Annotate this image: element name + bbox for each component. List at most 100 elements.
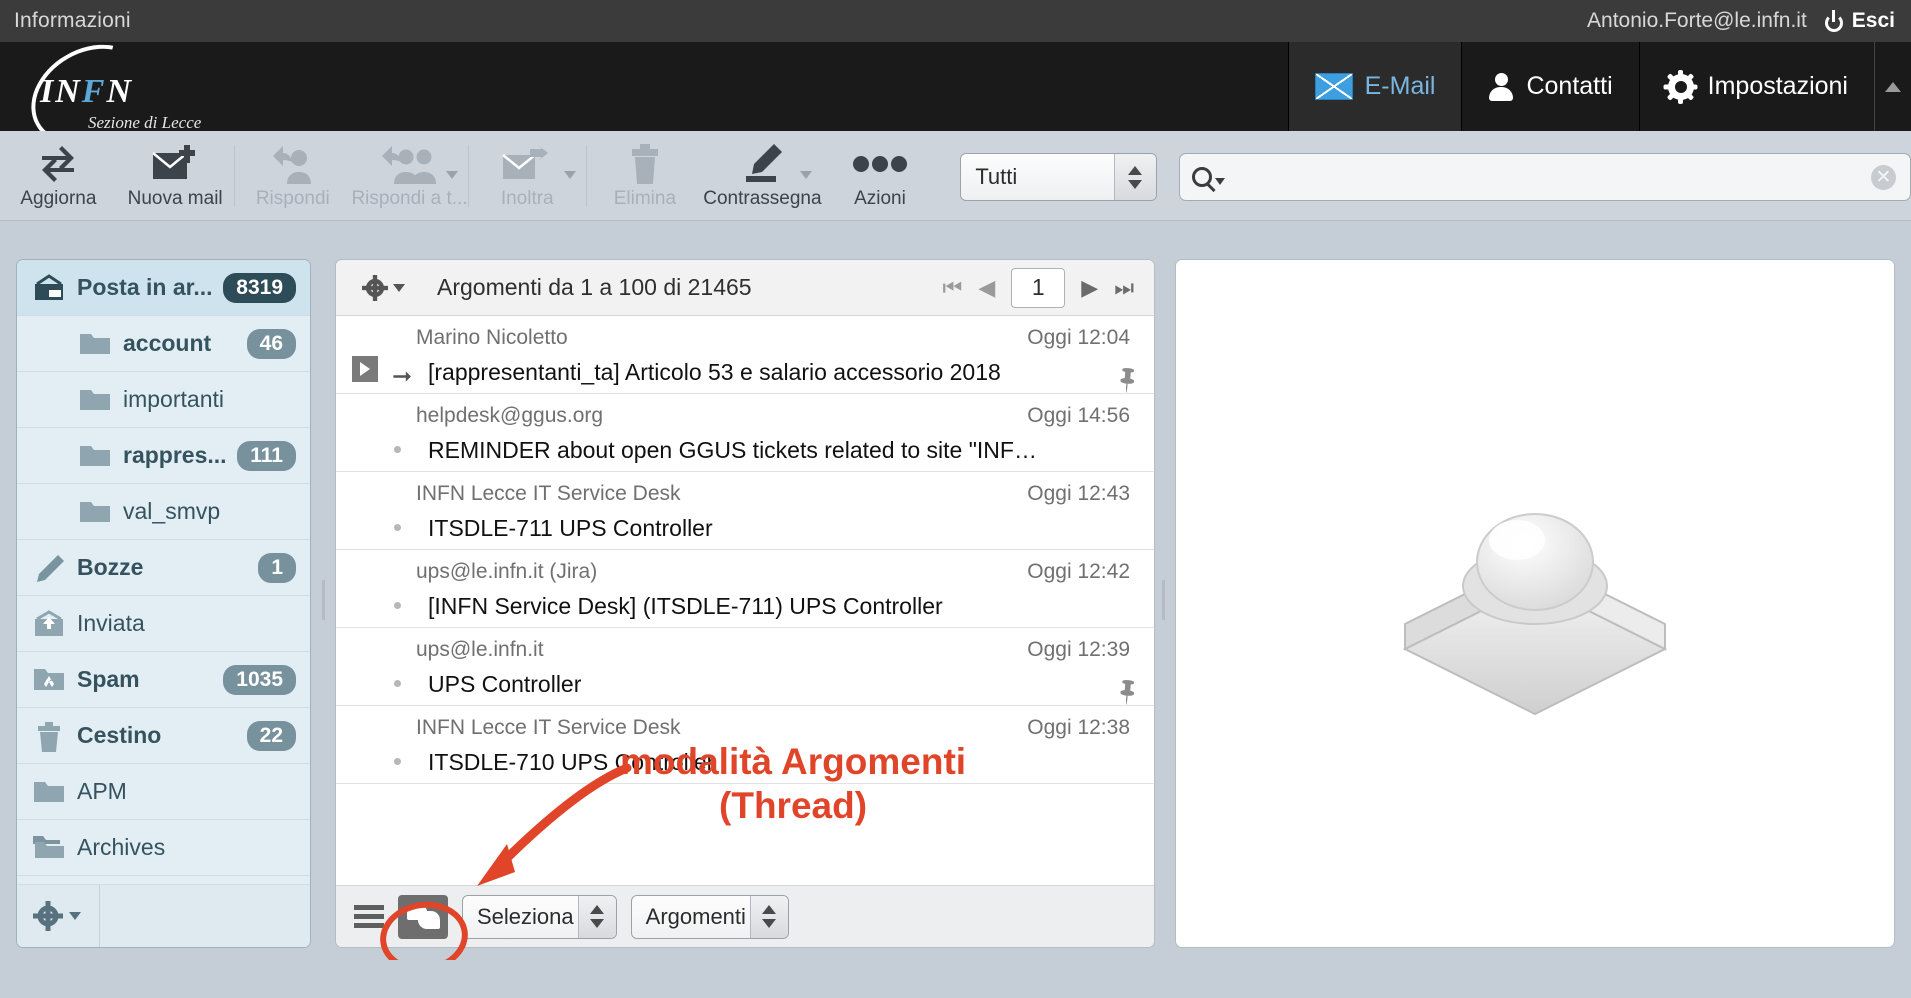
sidebar-item-cestino[interactable]: Cestino 22 (17, 708, 310, 764)
sidebar-badge-cestino: 22 (246, 720, 296, 751)
nav-item-contatti-label: Contatti (1526, 72, 1613, 100)
folder-sidebar: Posta in ar... 8319 account 46 important… (16, 259, 311, 948)
table-row[interactable]: INFN Lecce IT Service Desk Oggi 12:43 IT… (336, 472, 1154, 550)
sidebar-label-inviata: Inviata (77, 610, 145, 636)
page-number-input[interactable]: 1 (1011, 267, 1066, 308)
sort-dropdown-stepper[interactable] (749, 895, 788, 938)
replied-arrow-icon: ➞ (392, 363, 413, 390)
folder-options-button[interactable] (33, 901, 81, 931)
sidebar-item-rappresentanti[interactable]: rappres... 111 (17, 428, 310, 484)
scope-filter-stepper[interactable] (1113, 154, 1156, 200)
sidebar-item-val-smvp[interactable]: val_smvp (17, 484, 310, 540)
preview-splitter[interactable] (1156, 580, 1170, 620)
sidebar-badge-spam: 1035 (223, 664, 296, 695)
informazioni-link[interactable]: Informazioni (14, 9, 131, 33)
sidebar-label-account: account (123, 330, 212, 356)
chevron-down-icon[interactable] (799, 171, 812, 179)
toolbar-button-contrassegna[interactable]: Contrassegna (703, 137, 822, 215)
sidebar-label-posta-in-arrivo: Posta in ar... (77, 274, 212, 300)
toolbar-button-inoltra[interactable]: Inoltra (469, 137, 586, 215)
message-sender: INFN Lecce IT Service Desk (416, 482, 681, 505)
brand-subtitle: Sezione di Lecce (88, 112, 202, 132)
table-row[interactable]: helpdesk@ggus.org Oggi 14:56 REMINDER ab… (336, 394, 1154, 472)
scope-filter-select[interactable]: Tutti (960, 153, 1157, 201)
current-user-email: Antonio.Forte@le.infn.it (1587, 9, 1807, 32)
message-date: Oggi 12:39 (1027, 638, 1130, 661)
folder-icon (79, 330, 111, 358)
logout-button[interactable]: Esci (1823, 9, 1895, 33)
nav-item-email[interactable]: E-Mail (1287, 42, 1462, 131)
first-page-icon[interactable]: ⏮ (943, 275, 963, 301)
select-dropdown-stepper[interactable] (577, 895, 616, 938)
sidebar-badge-rappresentanti: 111 (237, 440, 296, 471)
search-box[interactable]: ✕ (1178, 153, 1911, 201)
toolbar-button-rispondi[interactable]: Rispondi (234, 137, 351, 215)
ellipsis-icon (852, 143, 908, 185)
toolbar-button-aggiorna[interactable]: Aggiorna (0, 137, 117, 215)
sidebar-label-spam: Spam (77, 666, 140, 692)
sidebar-badge-posta-in-arrivo: 8319 (223, 272, 296, 303)
table-row[interactable]: ups@le.infn.it (Jira) Oggi 12:42 [INFN S… (336, 550, 1154, 628)
table-row[interactable]: ups@le.infn.it Oggi 12:39 UPS Controller… (336, 628, 1154, 708)
sidebar-item-account[interactable]: account 46 (17, 316, 310, 372)
last-page-icon[interactable]: ⏭ (1114, 275, 1134, 301)
scope-filter-value: Tutti (975, 164, 1018, 189)
power-icon (1823, 10, 1845, 32)
message-sender: ups@le.infn.it (Jira) (416, 560, 598, 583)
chevron-down-icon (1214, 177, 1225, 185)
toolbar-button-rispondi-a-tutti[interactable]: Rispondi a t... (351, 137, 468, 215)
refresh-icon (38, 143, 78, 185)
sidebar-item-bozze[interactable]: Bozze 1 (17, 540, 310, 596)
nav-item-contatti[interactable]: Contatti (1461, 42, 1638, 131)
chevron-down-icon (69, 912, 81, 920)
top-info-bar: Informazioni Antonio.Forte@le.infn.it Es… (0, 0, 1911, 42)
sidebar-item-posta-in-arrivo[interactable]: Posta in ar... 8319 (17, 260, 310, 316)
message-sender: ups@le.infn.it (416, 638, 544, 661)
toolbar-label-elimina: Elimina (613, 188, 677, 209)
thread-expand-icon[interactable] (352, 356, 378, 382)
message-sender: helpdesk@ggus.org (416, 404, 604, 427)
hamburger-icon[interactable] (354, 905, 384, 928)
window-bottom-strip (0, 960, 1911, 998)
sidebar-item-inviata[interactable]: Inviata (17, 596, 310, 652)
brand-name: INFN (40, 72, 134, 110)
toolbar-label-inoltra: Inoltra (500, 188, 554, 209)
sidebar-badge-bozze: 1 (258, 552, 296, 583)
sidebar-splitter[interactable] (316, 580, 330, 620)
list-settings-button[interactable] (362, 274, 405, 301)
search-icon[interactable] (1191, 167, 1225, 187)
next-page-icon[interactable]: ▶ (1081, 275, 1098, 301)
sort-dropdown[interactable]: Argomenti (630, 894, 789, 939)
toolbar-button-nuova-mail[interactable]: Nuova mail (117, 137, 234, 215)
mail-toolbar: Aggiorna Nuova mail Rispondi Rispondi a … (0, 131, 1911, 221)
nav-item-impostazioni[interactable]: Impostazioni (1638, 42, 1874, 131)
forward-icon (502, 143, 552, 185)
message-subject: ITSDLE-711 UPS Controller (428, 514, 713, 541)
nav-scroll-up-button[interactable] (1874, 42, 1911, 131)
unread-dot-icon (394, 602, 401, 609)
table-row[interactable]: ➞ Marino Nicoletto Oggi 12:04 [rappresen… (336, 316, 1154, 396)
prev-page-icon[interactable]: ◀ (978, 275, 995, 301)
clear-icon[interactable]: ✕ (1871, 165, 1897, 190)
brand-logo: INFN Sezione di Lecce (0, 42, 370, 131)
sidebar-item-importanti[interactable]: importanti (17, 372, 310, 428)
inbox-icon (33, 273, 65, 302)
sidebar-item-spam[interactable]: Spam 1035 (17, 652, 310, 708)
marker-pen-icon (740, 143, 784, 185)
message-subject: REMINDER about open GGUS tickets related… (428, 436, 1037, 463)
message-subject: [rappresentanti_ta] Articolo 53 e salari… (428, 358, 1001, 385)
message-date: Oggi 14:56 (1027, 404, 1130, 427)
toolbar-button-elimina[interactable]: Elimina (587, 137, 704, 215)
chevron-down-icon[interactable] (445, 171, 458, 179)
toolbar-label-aggiorna: Aggiorna (20, 188, 97, 209)
sidebar-item-apm[interactable]: APM (17, 764, 310, 820)
toolbar-label-contrassegna: Contrassegna (703, 188, 822, 209)
pencil-icon (33, 554, 65, 582)
select-dropdown[interactable]: Seleziona (462, 894, 617, 939)
table-row[interactable]: INFN Lecce IT Service Desk Oggi 12:38 IT… (336, 706, 1154, 784)
chevron-down-icon (393, 283, 405, 292)
toolbar-label-nuova-mail: Nuova mail (127, 188, 223, 209)
chevron-down-icon[interactable] (563, 171, 576, 179)
sidebar-item-archives[interactable]: Archives (17, 820, 310, 876)
toolbar-button-azioni[interactable]: Azioni (822, 137, 939, 215)
